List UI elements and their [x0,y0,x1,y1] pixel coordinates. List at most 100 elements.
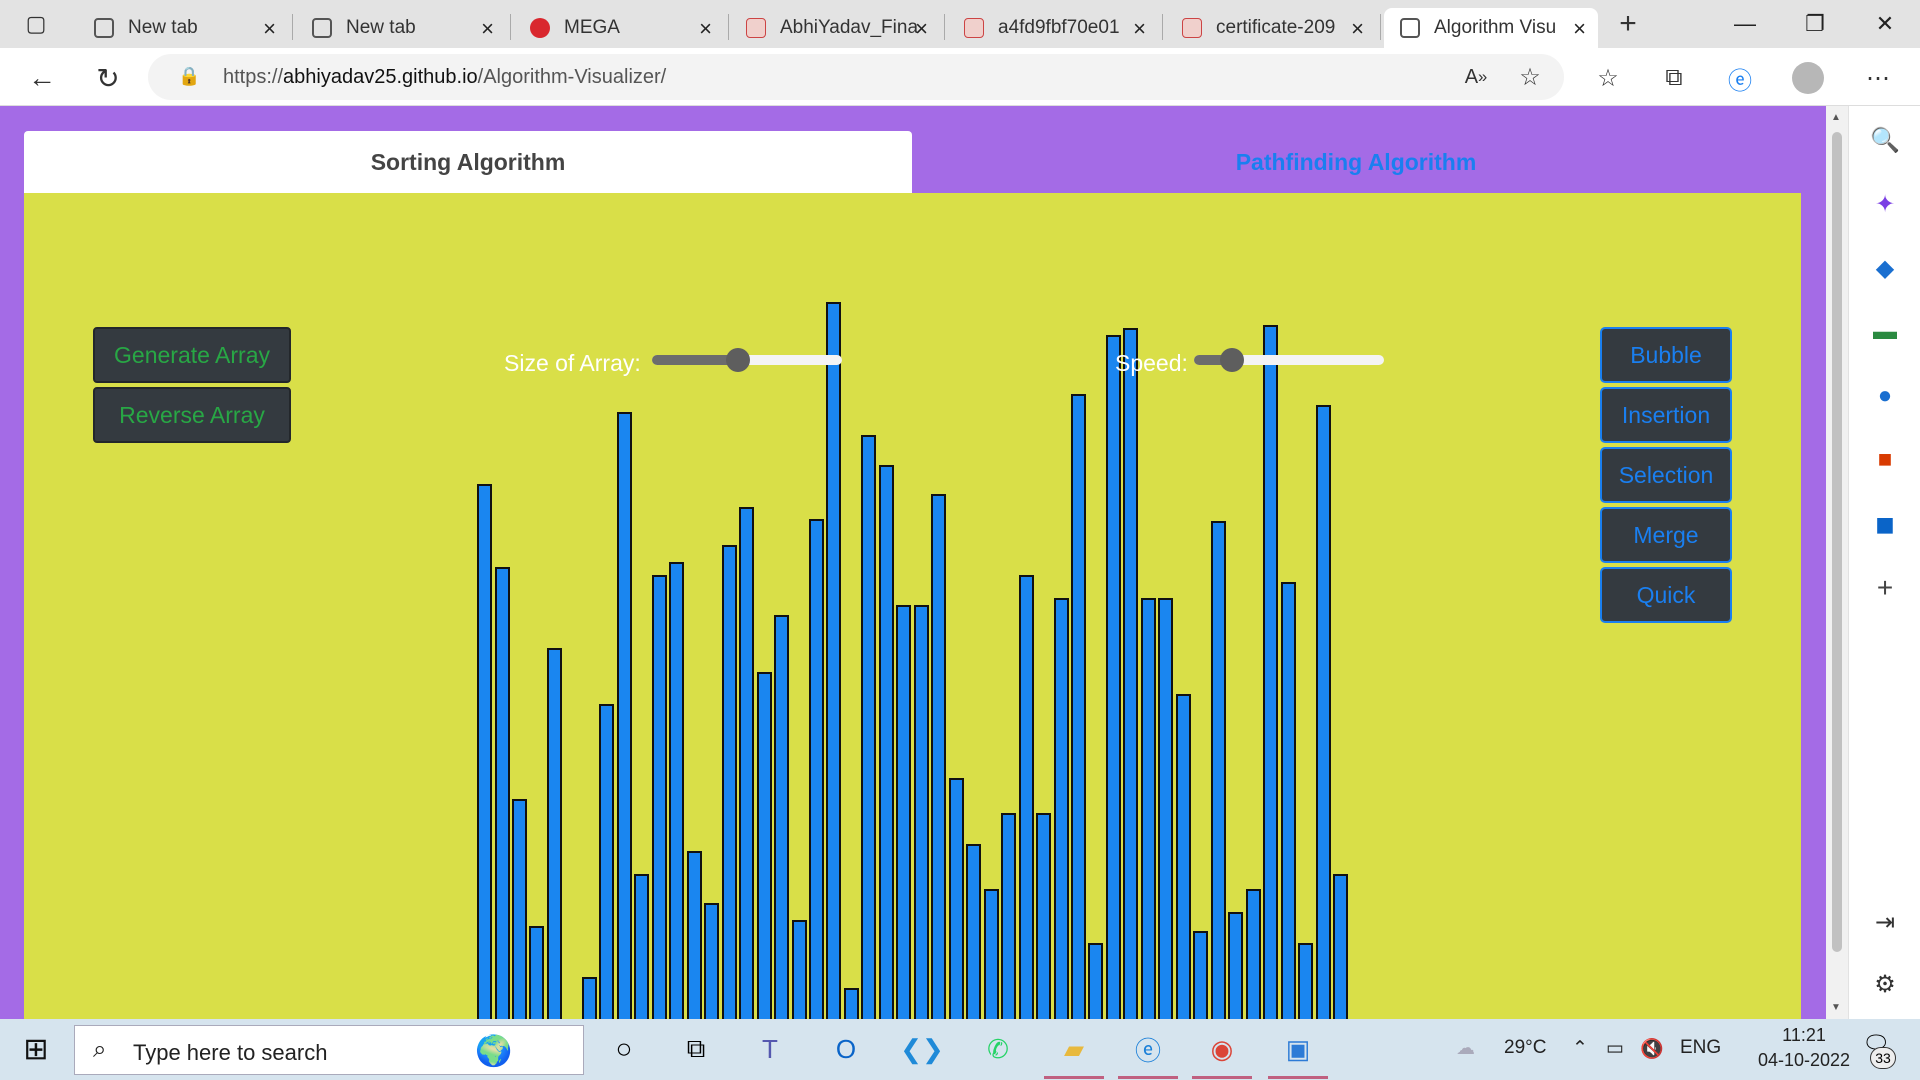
browser-tab[interactable]: New tab × [296,8,506,48]
search-highlight-icon: 🌍 [475,1035,513,1068]
browser-tab[interactable]: MEGA × [514,8,724,48]
algorithm-visualizer-page: Sorting Algorithm Pathfinding Algorithm … [0,106,1826,1019]
browser-tab[interactable]: Algorithm Visu × [1384,8,1598,48]
close-tab-icon[interactable]: × [699,16,712,42]
scrollbar-thumb[interactable] [1832,132,1842,952]
profile-avatar[interactable] [1788,58,1828,98]
browser-tab[interactable]: AbhiYadav_Fina × [730,8,940,48]
tab-separator [1380,14,1381,40]
outlook-icon[interactable]: ◼ [1867,506,1903,542]
search-icon[interactable]: 🔍 [1867,122,1903,158]
close-tab-icon[interactable]: × [1573,16,1586,42]
taskbar-search-box[interactable]: ⌕ Type here to search 🌍 [74,1025,584,1075]
battery-icon[interactable]: ▭ [1606,1037,1624,1060]
generate-array-button[interactable]: Generate Array [93,327,291,383]
new-tab-plus-icon[interactable]: + [1608,4,1648,44]
chrome-running-indicator [1192,1076,1252,1079]
array-bar [966,844,982,1019]
size-slider-thumb[interactable] [725,348,750,372]
size-of-array-slider[interactable] [652,348,842,372]
browser-tab[interactable]: a4fd9fbf70e01 × [948,8,1158,48]
notification-count-badge: 33 [1870,1047,1896,1069]
volume-muted-icon[interactable]: 🔇 [1640,1037,1664,1061]
tab-sorting-algorithm[interactable]: Sorting Algorithm [24,131,912,193]
array-bar [546,648,562,1019]
language-indicator[interactable]: ENG [1680,1037,1721,1059]
shopping-tag-icon[interactable]: ◆ [1867,250,1903,286]
close-tab-icon[interactable]: × [263,16,276,42]
array-bar [756,672,772,1019]
chrome-icon[interactable]: ◉ [1202,1029,1242,1069]
pdf-icon [746,18,766,38]
selection-sort-button[interactable]: Selection [1600,447,1732,503]
collections-icon[interactable]: ⧉ [1654,58,1694,98]
vscode-icon[interactable]: ❮❯ [900,1029,944,1069]
new-tab-page-icon [94,18,114,38]
size-of-array-label: Size of Array: [504,350,641,376]
tab-actions-icon[interactable]: ▢ [16,4,56,44]
edge-running-indicator [1118,1076,1178,1079]
minimize-icon[interactable]: — [1710,0,1780,48]
lock-icon: 🔒 [178,66,201,86]
tab-pathfinding-algorithm[interactable]: Pathfinding Algorithm [912,131,1800,193]
address-bar[interactable]: 🔒 https://abhiyadav25.github.io/Algorith… [148,54,1564,100]
page-scrollbar[interactable]: ▲ ▼ [1826,106,1848,1019]
hide-sidebar-icon[interactable]: ⇥ [1867,904,1903,940]
read-aloud-icon[interactable]: A» [1456,57,1496,97]
browser-tab[interactable]: New tab × [78,8,288,48]
photos-icon[interactable]: ▣ [1278,1029,1318,1069]
scroll-down-icon[interactable]: ▼ [1831,1002,1841,1013]
close-window-icon[interactable]: ✕ [1850,0,1920,48]
array-bar [1123,328,1139,1019]
array-bar [1018,575,1034,1019]
array-bar [669,562,685,1019]
browser-tab[interactable]: certificate-209 × [1166,8,1376,48]
weather-cloud-icon[interactable]: ☁ [1456,1037,1475,1060]
whatsapp-icon[interactable]: ✆ [978,1029,1018,1069]
show-hidden-icons-chevron-icon[interactable]: ⌃ [1572,1037,1588,1060]
refresh-icon[interactable]: ↻ [88,58,128,98]
weather-temp[interactable]: 29°C [1504,1037,1546,1059]
insertion-sort-button[interactable]: Insertion [1600,387,1732,443]
array-bar [704,903,720,1019]
cortana-icon[interactable]: ○ [604,1029,644,1069]
back-arrow-icon[interactable]: ← [22,58,62,98]
sidebar-settings-gear-icon[interactable]: ⚙ [1867,966,1903,1002]
tab-title: certificate-209 [1216,17,1336,38]
close-tab-icon[interactable]: × [481,16,494,42]
browser-tab-strip: ▢ New tab × New tab × MEGA × AbhiYadav_Fina × a4… [0,0,1920,48]
browser-essentials-icon[interactable]: ⓔ [1720,58,1760,98]
settings-more-icon[interactable]: ⋯ [1858,58,1898,98]
task-view-icon[interactable]: ⧉ [676,1029,716,1069]
close-tab-icon[interactable]: × [1133,16,1146,42]
tools-icon[interactable]: ▬ [1867,314,1903,350]
teams-icon[interactable]: T [750,1029,790,1069]
favorites-icon[interactable]: ☆ [1588,58,1628,98]
bubble-sort-button[interactable]: Bubble [1600,327,1732,383]
tab-title: a4fd9fbf70e01 [998,17,1120,38]
speed-slider-thumb[interactable] [1220,348,1244,372]
add-sidebar-app-icon[interactable]: + [1867,570,1903,606]
edge-taskbar-icon[interactable]: ⓔ [1128,1029,1168,1069]
tab-separator [510,14,511,40]
file-explorer-icon[interactable]: ▰ [1054,1029,1094,1069]
outlook-taskbar-icon[interactable]: O [826,1029,866,1069]
speed-slider[interactable] [1194,348,1384,372]
windows-start-icon[interactable]: ⊞ [16,1029,56,1069]
office-icon[interactable]: ■ [1867,442,1903,478]
reverse-array-button[interactable]: Reverse Array [93,387,291,443]
quick-sort-button[interactable]: Quick [1600,567,1732,623]
scroll-up-icon[interactable]: ▲ [1831,112,1841,123]
array-bar [843,988,859,1019]
array-bar [1263,325,1279,1019]
tab-separator [292,14,293,40]
restore-icon[interactable]: ❐ [1780,0,1850,48]
close-tab-icon[interactable]: × [915,16,928,42]
discover-sparkle-icon[interactable]: ✦ [1867,186,1903,222]
add-favorite-icon[interactable]: ☆ [1510,57,1550,97]
close-tab-icon[interactable]: × [1351,16,1364,42]
clock[interactable]: 11:21 04-10-2022 [1752,1025,1856,1071]
games-icon[interactable]: ● [1867,378,1903,414]
merge-sort-button[interactable]: Merge [1600,507,1732,563]
array-bar [1036,813,1051,1019]
